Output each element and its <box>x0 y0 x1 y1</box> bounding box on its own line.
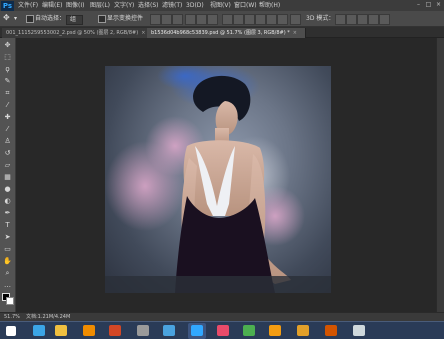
document-tab-active[interactable]: b1536d04b968c53839.psd @ 51.7% (图层 3, RG… <box>147 28 306 38</box>
menu-select[interactable]: 选择(S) <box>138 1 159 10</box>
auto-select-label: 自动选择： <box>35 15 66 22</box>
lasso-icon[interactable]: ϙ <box>2 64 13 74</box>
eraser-icon[interactable]: ▱ <box>2 160 13 170</box>
photoshop-icon[interactable] <box>188 323 206 339</box>
dodge-icon[interactable]: ◐ <box>2 196 13 206</box>
panel-dock-collapsed[interactable] <box>436 38 444 312</box>
menu-filter[interactable]: 滤镜(T) <box>162 1 182 10</box>
windows-taskbar <box>0 321 444 339</box>
menu-type[interactable]: 文字(Y) <box>114 1 134 10</box>
tab-label: 001_1115259553002_2.psd @ 50% (图层 2, RGB… <box>6 30 139 36</box>
3d-rotate-button[interactable] <box>335 14 346 25</box>
clone-stamp-icon[interactable]: ♙ <box>2 136 13 146</box>
distribute-bottom-button[interactable] <box>244 14 255 25</box>
tab-label: b1536d04b968c53839.psd @ 51.7% (图层 3, RG… <box>151 30 290 36</box>
tools-panel: ✥ ⬚ ϙ ✎ ⌗ ⁄ ✚ ⁄ ♙ ↺ ▱ ▦ ● ◐ ✒ T ➤ ▭ ✋ ⌕ … <box>0 38 16 312</box>
3d-scale-button[interactable] <box>379 14 390 25</box>
file-explorer-icon[interactable] <box>52 323 70 339</box>
network-icon[interactable] <box>350 323 368 339</box>
mode-3d-label: 3D 模式： <box>306 15 335 22</box>
align-bottom-button[interactable] <box>172 14 183 25</box>
menu-bar: Ps 文件(F) 编辑(E) 图像(I) 图层(L) 文字(Y) 选择(S) 滤… <box>0 0 444 11</box>
eyedropper-icon[interactable]: ⁄ <box>2 100 13 110</box>
ie-icon[interactable] <box>30 323 48 339</box>
distribute-top-button[interactable] <box>222 14 233 25</box>
show-transform-label: 显示变换控件 <box>107 15 144 22</box>
move-icon[interactable]: ✥ <box>2 40 13 50</box>
menu-layer[interactable]: 图层(L) <box>90 1 110 10</box>
blur-icon[interactable]: ● <box>2 184 13 194</box>
marquee-icon[interactable]: ⬚ <box>2 52 13 62</box>
menu-window[interactable]: 窗口(W) <box>234 1 257 10</box>
document-tab[interactable]: 001_1115259553002_2.psd @ 50% (图层 2, RGB… <box>2 28 155 38</box>
menu-edit[interactable]: 编辑(E) <box>42 1 62 10</box>
pen-icon[interactable]: ✒ <box>2 208 13 218</box>
auto-select-dropdown[interactable]: 组 <box>66 15 84 25</box>
status-bar: 51.7% 文档:1.21M/4.24M <box>0 312 444 321</box>
tool-preset-dropdown[interactable]: ▾ <box>14 15 17 23</box>
hand-icon[interactable]: ✋ <box>2 256 13 266</box>
menu-help[interactable]: 帮助(H) <box>259 1 280 10</box>
start-button-icon[interactable] <box>2 323 20 339</box>
brush-icon[interactable]: ⁄ <box>2 124 13 134</box>
3d-roll-button[interactable] <box>346 14 357 25</box>
background-color-swatch[interactable] <box>6 297 14 305</box>
app-icon-8[interactable] <box>214 323 232 339</box>
gradient-icon[interactable]: ▦ <box>2 172 13 182</box>
photoshop-logo: Ps <box>1 1 14 11</box>
app-icon-5[interactable] <box>134 323 152 339</box>
quick-select-icon[interactable]: ✎ <box>2 76 13 86</box>
tab-close-icon[interactable]: × <box>293 30 297 36</box>
zoom-icon[interactable]: ⌕ <box>2 268 13 278</box>
menu-3d[interactable]: 3D(D) <box>186 1 204 10</box>
healing-icon[interactable]: ✚ <box>2 112 13 122</box>
maximize-button[interactable]: □ <box>424 1 433 9</box>
align-top-button[interactable] <box>150 14 161 25</box>
move-tool-icon[interactable]: ✥ <box>3 14 10 22</box>
menu-file[interactable]: 文件(F) <box>18 1 38 10</box>
app-icon-6[interactable] <box>160 323 178 339</box>
crop-icon[interactable]: ⌗ <box>2 88 13 98</box>
align-vcenter-button[interactable] <box>161 14 172 25</box>
align-hcenter-button[interactable] <box>196 14 207 25</box>
app-icon-9[interactable] <box>240 323 258 339</box>
tab-close-icon[interactable]: × <box>141 30 145 36</box>
3d-slide-button[interactable] <box>368 14 379 25</box>
path-select-icon[interactable]: ➤ <box>2 232 13 242</box>
document-canvas-image[interactable] <box>105 66 331 293</box>
distribute-right-button[interactable] <box>277 14 288 25</box>
distribute-left-button[interactable] <box>255 14 266 25</box>
menu-image[interactable]: 图像(I) <box>66 1 84 10</box>
app-icon-12[interactable] <box>322 323 340 339</box>
app-icon-11[interactable] <box>294 323 312 339</box>
history-brush-icon[interactable]: ↺ <box>2 148 13 158</box>
close-button[interactable]: × <box>434 1 443 9</box>
auto-select-checkbox[interactable] <box>26 15 34 23</box>
distribute-vcenter-button[interactable] <box>233 14 244 25</box>
woman-portrait-artwork <box>105 66 331 293</box>
illustrator-icon[interactable] <box>80 323 98 339</box>
menu-view[interactable]: 视图(V) <box>210 1 231 10</box>
app-icon-10[interactable] <box>266 323 284 339</box>
shape-icon[interactable]: ▭ <box>2 244 13 254</box>
align-right-button[interactable] <box>207 14 218 25</box>
minimize-button[interactable]: – <box>414 1 423 9</box>
options-bar: ✥ ▾ 自动选择： 组 显示变换控件 3D 模式： <box>0 11 444 27</box>
align-left-button[interactable] <box>185 14 196 25</box>
distribute-hcenter-button[interactable] <box>266 14 277 25</box>
document-tab-bar: 001_1115259553002_2.psd @ 50% (图层 2, RGB… <box>0 27 444 38</box>
show-transform-checkbox[interactable] <box>98 15 106 23</box>
powerpoint-icon[interactable] <box>106 323 124 339</box>
more-tools-icon[interactable]: … <box>2 280 13 290</box>
3d-drag-button[interactable] <box>357 14 368 25</box>
type-icon[interactable]: T <box>2 220 13 230</box>
auto-align-button[interactable] <box>290 14 301 25</box>
